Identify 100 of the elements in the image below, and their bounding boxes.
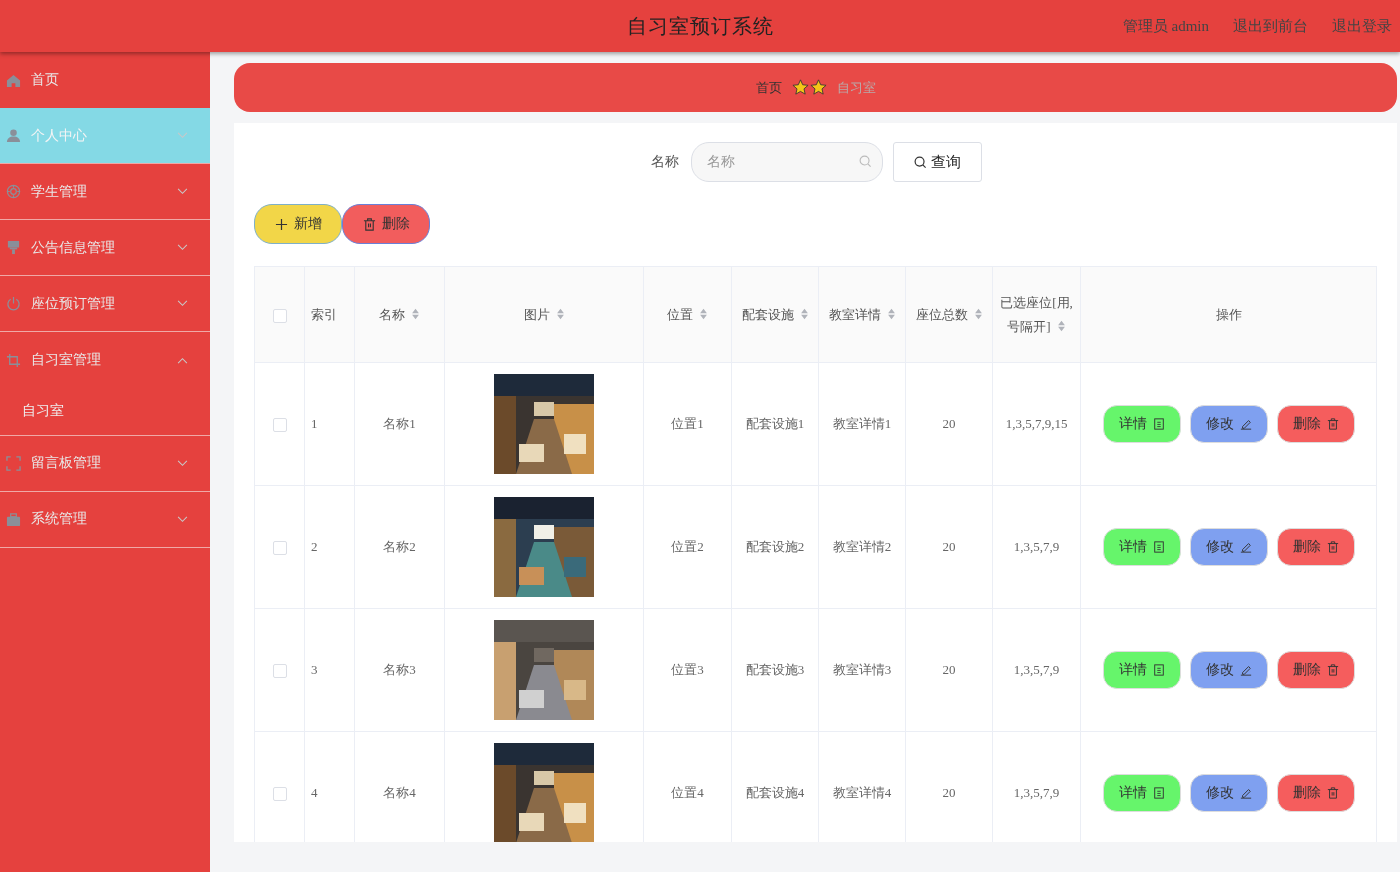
trash-icon — [362, 217, 376, 231]
sidebar-item[interactable]: 座位预订管理 — [0, 276, 210, 332]
sort-icon[interactable] — [555, 307, 565, 320]
sidebar-item[interactable]: 自习室管理 — [0, 332, 210, 388]
table-cell: 位置1 — [671, 416, 704, 431]
column-header: 图片 — [523, 302, 565, 327]
delete-button[interactable]: 删除 — [342, 204, 430, 244]
sidebar-label: 自习室管理 — [31, 351, 102, 369]
table-cell: 1,3,5,7,9 — [1013, 785, 1060, 800]
breadcrumb-item[interactable]: 首页 — [755, 78, 782, 97]
trash-icon — [1326, 541, 1339, 553]
sidebar-item[interactable]: 系统管理 — [0, 491, 210, 548]
chevron-down-icon — [177, 459, 188, 467]
row-checkbox[interactable] — [272, 787, 287, 801]
table-cell: 2 — [311, 539, 318, 554]
trash-icon — [1326, 418, 1339, 430]
table-cell: 名称4 — [383, 785, 416, 800]
column-header: 座位总数 — [915, 302, 983, 327]
star-icon — [791, 79, 809, 96]
search-field[interactable]: 名称 — [690, 142, 883, 182]
frame-icon — [6, 455, 21, 471]
detail-button[interactable]: 详情 — [1102, 774, 1181, 812]
sort-icon[interactable] — [886, 307, 896, 320]
edit-button[interactable]: 修改 — [1189, 405, 1268, 443]
column-header: 名称 — [379, 302, 420, 327]
sidebar-label: 座位预订管理 — [31, 294, 116, 313]
row-checkbox[interactable] — [272, 664, 287, 678]
sort-icon[interactable] — [799, 307, 809, 320]
pencil-icon — [1239, 664, 1252, 676]
chevron-up-icon — [177, 356, 188, 364]
edit-button[interactable]: 修改 — [1189, 651, 1268, 689]
search-label: 名称 — [650, 153, 679, 171]
chevron-down-icon — [177, 132, 188, 139]
sidebar-item[interactable]: 首页 — [0, 52, 210, 108]
plus-icon — [274, 217, 288, 231]
table-cell: 20 — [942, 539, 956, 554]
briefcase-icon — [6, 511, 21, 527]
select-all-checkbox[interactable] — [272, 308, 287, 323]
pencil-icon — [1239, 418, 1252, 430]
header-link[interactable]: 退出登录 — [1332, 16, 1392, 36]
delete-button[interactable]: 删除 — [1276, 774, 1355, 812]
chevron-down-icon — [177, 244, 188, 251]
table-cell: 3 — [311, 662, 318, 677]
table-cell: 20 — [942, 416, 956, 431]
row-checkbox[interactable] — [272, 418, 287, 432]
sidebar-label: 个人中心 — [31, 126, 88, 145]
chevron-down-icon — [177, 515, 188, 523]
table-cell: 位置3 — [671, 662, 704, 677]
detail-button[interactable]: 详情 — [1102, 651, 1181, 689]
edit-button[interactable]: 修改 — [1189, 528, 1268, 566]
trash-icon — [1326, 664, 1339, 676]
table-cell: 4 — [311, 785, 318, 800]
table-cell: 教室详情1 — [832, 416, 892, 431]
sort-icon[interactable] — [411, 307, 420, 320]
pencil-icon — [1239, 541, 1252, 553]
table-cell: 教室详情3 — [832, 662, 892, 677]
row-checkbox[interactable] — [272, 541, 287, 555]
document-icon — [1152, 787, 1165, 799]
chevron-down-icon — [177, 188, 188, 195]
sidebar-item[interactable]: 学生管理 — [0, 164, 210, 220]
table-cell: 1 — [311, 416, 318, 431]
pencil-icon — [1239, 787, 1252, 799]
document-icon — [1152, 664, 1165, 676]
breadcrumb-item: 自习室 — [836, 78, 876, 97]
table-cell: 位置4 — [671, 785, 704, 800]
sort-icon[interactable] — [1056, 319, 1066, 332]
sort-icon[interactable] — [973, 307, 983, 320]
chevron-down-icon — [177, 300, 188, 307]
house-icon — [6, 72, 21, 88]
crop-icon — [6, 352, 21, 368]
query-button[interactable]: 查询 — [892, 142, 982, 182]
sidebar-label: 首页 — [31, 71, 60, 89]
add-button[interactable]: 新增 — [254, 204, 342, 244]
table-cell: 20 — [942, 662, 956, 677]
delete-button[interactable]: 删除 — [1276, 528, 1355, 566]
detail-button[interactable]: 详情 — [1102, 528, 1181, 566]
delete-button[interactable]: 删除 — [1276, 651, 1355, 689]
sort-icon[interactable] — [699, 307, 708, 320]
table-cell: 位置2 — [671, 539, 704, 554]
sidebar-item[interactable]: 留言板管理 — [0, 435, 210, 492]
table-cell: 1,3,5,7,9,15 — [1005, 416, 1068, 431]
header-link[interactable]: 退出到前台 — [1233, 16, 1308, 36]
app-title: 自习室预订系统 — [626, 13, 774, 39]
header-link[interactable]: 管理员 admin — [1122, 16, 1209, 36]
table-cell: 20 — [942, 785, 956, 800]
star-icon — [809, 79, 827, 96]
table-cell: 配套设施4 — [745, 785, 805, 800]
delete-button[interactable]: 删除 — [1276, 405, 1355, 443]
sidebar-label: 系统管理 — [31, 510, 88, 528]
brush-icon — [6, 240, 21, 255]
table-cell: 教室详情2 — [832, 539, 892, 554]
column-header: 配套设施 — [741, 302, 809, 327]
edit-button[interactable]: 修改 — [1189, 774, 1268, 812]
table-cell: 名称3 — [383, 662, 416, 677]
sidebar-label: 公告信息管理 — [31, 238, 116, 257]
sidebar-subitem[interactable]: 自习室 — [0, 386, 210, 436]
sidebar-item[interactable]: 公告信息管理 — [0, 220, 210, 276]
user-icon — [6, 128, 21, 143]
detail-button[interactable]: 详情 — [1102, 405, 1181, 443]
column-header: 教室详情 — [828, 302, 896, 327]
